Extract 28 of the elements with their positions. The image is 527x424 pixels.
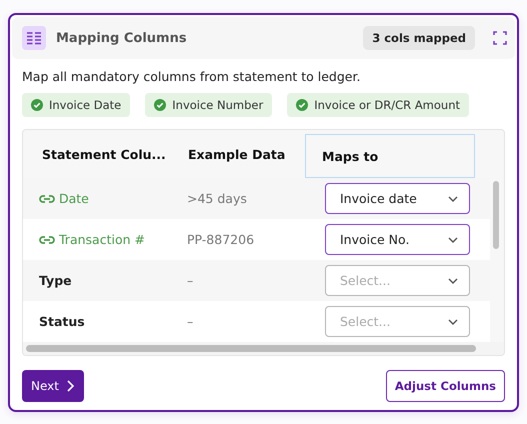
list-icon bbox=[22, 26, 46, 50]
chip-label: Invoice Date bbox=[49, 98, 122, 112]
link-icon bbox=[39, 234, 55, 244]
linked-column-name: Transaction # bbox=[23, 232, 171, 247]
scrollbar-thumb[interactable] bbox=[26, 345, 476, 352]
mapping-select[interactable]: Invoice date bbox=[325, 183, 470, 214]
chip-label: Invoice Number bbox=[172, 98, 264, 112]
table-cell-text: PP-887206 bbox=[186, 232, 256, 247]
column-header: Example Data bbox=[187, 146, 286, 164]
card-title: Mapping Columns bbox=[56, 30, 188, 46]
chip-label: Invoice or DR/CR Amount bbox=[314, 98, 460, 112]
scrollbar-thumb[interactable] bbox=[493, 181, 499, 249]
table-cell-text: >45 days bbox=[186, 191, 248, 206]
table-cell-text: – bbox=[186, 314, 194, 329]
expand-icon[interactable] bbox=[493, 31, 507, 45]
linked-column-name: Date bbox=[23, 191, 171, 206]
column-name: Status bbox=[38, 314, 86, 329]
next-button[interactable]: Next bbox=[22, 370, 84, 402]
table-cell-text: – bbox=[186, 273, 194, 288]
column-header: Maps to bbox=[305, 134, 475, 178]
adjust-columns-button[interactable]: Adjust Columns bbox=[386, 370, 505, 402]
column-header: Statement Colu... bbox=[41, 146, 167, 164]
mapping-select[interactable]: Invoice No. bbox=[325, 224, 470, 255]
mapped-count-badge: 3 cols mapped bbox=[363, 26, 475, 50]
description: Map all mandatory columns from statement to ledger. bbox=[22, 69, 362, 84]
chevron-right-icon bbox=[66, 380, 74, 392]
column-name: Type bbox=[38, 273, 73, 288]
link-icon bbox=[39, 194, 55, 204]
